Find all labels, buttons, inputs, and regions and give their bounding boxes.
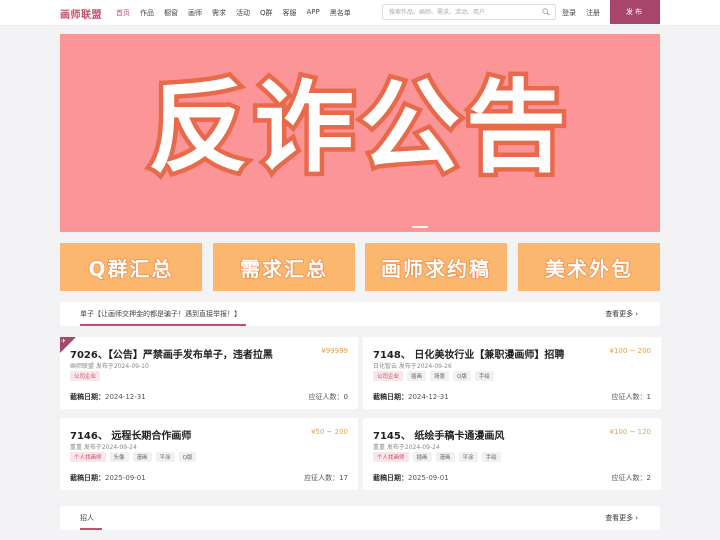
carousel-indicator[interactable] <box>412 226 428 228</box>
card-title[interactable]: 7026、【公告】严禁画手发布单子，违者拉黑 <box>70 346 273 361</box>
nav-demands[interactable]: 需求 <box>212 8 226 18</box>
card-meta: 画师联盟 发布于2024-09-10 <box>70 363 149 370</box>
nav-blacklist[interactable]: 黑名单 <box>330 8 351 18</box>
orders-more-link[interactable]: 查看更多 › <box>605 309 638 319</box>
card-tag: 平涂 <box>155 452 175 462</box>
card-meta: 重重 发布于2024-09-24 <box>373 444 440 451</box>
recruit-section-title[interactable]: 招人 <box>80 513 94 523</box>
card-title[interactable]: 7148、 日化美妆行业【兼职漫画师】招聘 <box>373 346 564 361</box>
card-deadline: 截稿日期：2024-12-31 <box>373 393 449 401</box>
card-tag: 头像 <box>109 452 129 462</box>
tile-qq-groups[interactable]: Q群汇总 <box>60 243 202 291</box>
card-title[interactable]: 7146、 远程长期合作画师 <box>70 427 191 442</box>
card-tags: 公司企业 <box>70 371 101 381</box>
card-price: ¥100 ~ 120 <box>609 428 652 436</box>
card-tags: 个人找画师 头像 漫画 平涂 Q版 <box>70 452 197 462</box>
nav-artists[interactable]: 画师 <box>188 8 202 18</box>
nav-home[interactable]: 首页 <box>116 8 130 18</box>
order-card[interactable]: 7148、 日化美妆行业【兼职漫画师】招聘 ¥100 ~ 200 日化智云 发布… <box>363 337 661 409</box>
card-applicants: 应征人数：17 <box>304 474 348 482</box>
main-nav: 首页 作品 橱窗 画师 需求 活动 Q群 客服 APP 黑名单 <box>116 8 361 18</box>
orders-section-header: 单子【让画师交押金的都是骗子！遇到直接举报！】 查看更多 › <box>60 302 660 326</box>
nav-support[interactable]: 客服 <box>283 8 297 18</box>
tile-outsourcing[interactable]: 美术外包 <box>518 243 660 291</box>
nav-qq-groups[interactable]: Q群 <box>260 8 273 18</box>
card-tag: 插画 <box>412 452 432 462</box>
register-link[interactable]: 注册 <box>586 8 600 18</box>
card-tag: 插画 <box>407 371 427 381</box>
top-header: 画师联盟 首页 作品 橱窗 画师 需求 活动 Q群 客服 APP 黑名单 登录 … <box>0 0 720 26</box>
nav-events[interactable]: 活动 <box>236 8 250 18</box>
card-applicants: 应征人数：2 <box>611 474 651 482</box>
card-tags: 公司企业 插画 场景 Q版 手绘 <box>373 371 494 381</box>
site-logo[interactable]: 画师联盟 <box>60 6 102 21</box>
order-card[interactable]: 7146、 远程长期合作画师 ¥50 ~ 200 重重 发布于2024-09-2… <box>60 418 358 490</box>
tile-label: Q群汇总 <box>88 256 174 282</box>
banner-text: 反诈公告 <box>148 69 572 186</box>
card-tag: Q版 <box>178 452 197 462</box>
card-applicants: 应征人数：0 <box>308 393 348 401</box>
card-deadline: 截稿日期：2025-09-01 <box>373 474 449 482</box>
card-deadline: 截稿日期：2024-12-31 <box>70 393 146 401</box>
card-price: ¥50 ~ 200 <box>310 428 348 436</box>
search-box <box>382 4 556 20</box>
card-title[interactable]: 7145、 纸绘手稿卡通漫画风 <box>373 427 504 442</box>
tile-demands[interactable]: 需求汇总 <box>213 243 355 291</box>
recruit-more-link[interactable]: 查看更多 › <box>605 513 638 523</box>
card-meta: 重重 发布于2024-09-24 <box>70 444 137 451</box>
search-input[interactable] <box>389 5 539 19</box>
tile-label: 美术外包 <box>544 256 633 282</box>
chevron-right-icon: › <box>635 310 638 318</box>
login-link[interactable]: 登录 <box>562 8 576 18</box>
tile-artist-requests[interactable]: 画师求约稿 <box>365 243 507 291</box>
recruit-section-header: 招人 查看更多 › <box>60 506 660 530</box>
card-tags: 个人找画师 插画 漫画 平涂 手绘 <box>373 452 501 462</box>
card-meta: 日化智云 发布于2024-09-26 <box>373 363 452 370</box>
card-price: ¥99999 <box>321 347 348 355</box>
active-tab-underline <box>80 528 102 530</box>
card-tag: 漫画 <box>435 452 455 462</box>
card-tag: 手绘 <box>474 371 494 381</box>
order-card[interactable]: 7145、 纸绘手稿卡通漫画风 ¥100 ~ 120 重重 发布于2024-09… <box>363 418 661 490</box>
card-applicants: 应征人数：1 <box>611 393 651 401</box>
nav-works[interactable]: 作品 <box>140 8 154 18</box>
nav-showcase[interactable]: 橱窗 <box>164 8 178 18</box>
pin-icon: ✈ <box>61 338 67 345</box>
card-tag: 个人找画师 <box>70 452 106 462</box>
tile-label: 需求汇总 <box>239 256 328 282</box>
anti-fraud-banner[interactable]: 反诈公告 <box>60 34 660 232</box>
card-price: ¥100 ~ 200 <box>609 347 652 355</box>
card-tag: 公司企业 <box>70 371 101 381</box>
card-tag: 平涂 <box>458 452 478 462</box>
card-tag: 场景 <box>430 371 450 381</box>
card-tag: 公司企业 <box>373 371 404 381</box>
order-card[interactable]: ✈ 7026、【公告】严禁画手发布单子，违者拉黑 ¥99999 画师联盟 发布于… <box>60 337 358 409</box>
card-tag: 手绘 <box>481 452 501 462</box>
category-tiles: Q群汇总 需求汇总 画师求约稿 美术外包 <box>60 243 660 291</box>
active-tab-underline <box>80 324 246 326</box>
orders-section-title[interactable]: 单子【让画师交押金的都是骗子！遇到直接举报！】 <box>80 309 241 319</box>
tile-label: 画师求约稿 <box>380 256 491 282</box>
nav-app[interactable]: APP <box>307 8 320 18</box>
card-tag: 个人找画师 <box>373 452 409 462</box>
publish-button[interactable]: 发布 <box>610 0 660 24</box>
search-icon[interactable] <box>542 8 550 16</box>
card-deadline: 截稿日期：2025-09-01 <box>70 474 146 482</box>
card-tag: Q版 <box>453 371 471 381</box>
card-tag: 漫画 <box>132 452 152 462</box>
chevron-right-icon: › <box>635 514 638 522</box>
banner-graphic: 反诈公告 <box>144 65 572 191</box>
